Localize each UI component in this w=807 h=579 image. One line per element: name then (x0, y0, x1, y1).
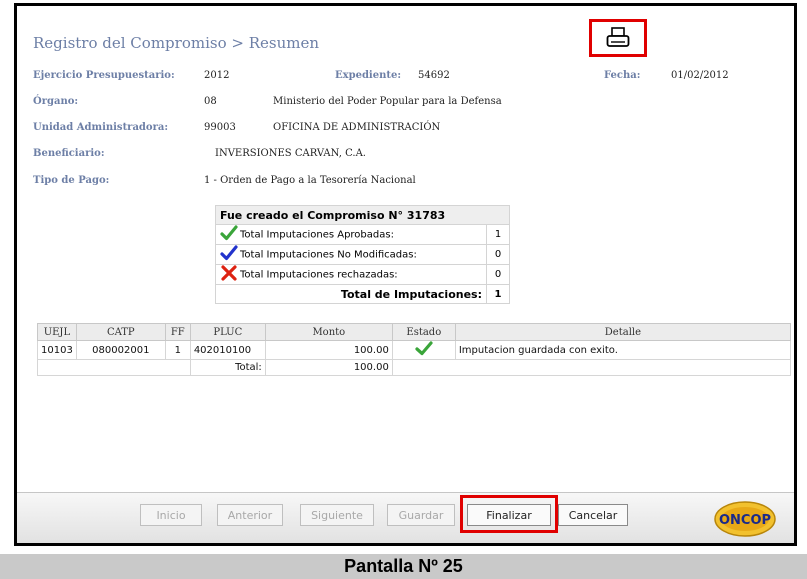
column-header-monto: Monto (264, 323, 393, 341)
summary-header: Fue creado el Compromiso N° 31783 (215, 205, 510, 225)
imputaciones-table: UEJL CATP FF PLUC Monto Estado Detalle 1… (37, 323, 792, 376)
screen-caption: Pantalla Nº 25 (0, 554, 807, 579)
summary-row-label: Total Imputaciones No Modificadas: (240, 249, 417, 261)
cell-uejl: 10103 (37, 340, 77, 360)
oncop-logo: ONCOP (702, 499, 788, 539)
column-header-estado: Estado (391, 323, 456, 341)
logo-text: ONCOP (719, 513, 771, 528)
summary-row-value: 1 (486, 224, 510, 245)
cell-catp: 080002001 (75, 340, 166, 360)
summary-row: Total Imputaciones rechazadas: 0 (215, 264, 510, 285)
column-header-catp: CATP (75, 323, 166, 341)
organo-code: 08 (204, 96, 217, 107)
summary-box: Fue creado el Compromiso N° 31783 Total … (215, 205, 510, 304)
blue-check-icon (220, 245, 238, 264)
organo-name: Ministerio del Poder Popular para la Def… (273, 96, 502, 107)
column-header-pluc: PLUC (189, 323, 266, 341)
unidad-code: 99003 (204, 122, 236, 133)
summary-row: Total Imputaciones No Modificadas: 0 (215, 244, 510, 265)
summary-total-value: 1 (486, 284, 510, 304)
guardar-button[interactable]: Guardar (387, 504, 455, 526)
expediente-value: 54692 (418, 70, 450, 81)
summary-row-label: Total Imputaciones rechazadas: (240, 269, 398, 281)
cell-detalle: Imputacion guardada con exito. (454, 340, 792, 360)
page-title: Registro del Compromiso > Resumen (33, 34, 319, 52)
summary-row-value: 0 (486, 244, 510, 265)
siguiente-button[interactable]: Siguiente (300, 504, 374, 526)
green-check-icon (220, 225, 238, 244)
inicio-button[interactable]: Inicio (140, 504, 202, 526)
ejercicio-value: 2012 (204, 70, 230, 81)
expediente-label: Expediente: (335, 70, 402, 81)
fecha-label: Fecha: (604, 70, 641, 81)
column-header-uejl: UEJL (37, 323, 77, 341)
wizard-toolbar: Inicio Anterior Siguiente Guardar Finali… (17, 492, 794, 543)
column-header-ff: FF (164, 323, 191, 341)
printer-icon[interactable] (606, 27, 630, 49)
cell-estado (391, 340, 456, 360)
table-total-value: 100.00 (264, 359, 393, 376)
summary-row-value: 0 (486, 264, 510, 285)
app-window: Registro del Compromiso > Resumen Ejerci… (14, 3, 797, 546)
tipo-pago-label: Tipo de Pago: (33, 175, 110, 186)
summary-row: Total Imputaciones Aprobadas: 1 (215, 224, 510, 245)
cell-monto: 100.00 (264, 340, 393, 360)
ejercicio-label: Ejercicio Presupuestario: (33, 70, 175, 81)
fecha-value: 01/02/2012 (671, 70, 729, 81)
print-highlight (589, 19, 647, 57)
beneficiario-label: Beneficiario: (33, 148, 105, 159)
summary-row-label: Total Imputaciones Aprobadas: (240, 229, 394, 241)
green-check-icon (414, 341, 434, 359)
beneficiario-value: INVERSIONES CARVAN, C.A. (215, 148, 366, 159)
cell-pluc: 402010100 (189, 340, 266, 360)
table-row[interactable]: 10103 080002001 1 402010100 100.00 Imput… (37, 340, 792, 360)
unidad-name: OFICINA DE ADMINISTRACIÓN (273, 122, 441, 133)
summary-total-label: Total de Imputaciones: (215, 284, 487, 304)
cell-ff: 1 (164, 340, 191, 360)
organo-label: Órgano: (33, 96, 79, 107)
column-header-detalle: Detalle (454, 323, 792, 341)
anterior-button[interactable]: Anterior (217, 504, 283, 526)
table-total-row: Total: 100.00 (37, 359, 792, 376)
unidad-label: Unidad Administradora: (33, 122, 169, 133)
tipo-pago-value: 1 - Orden de Pago a la Tesorería Naciona… (204, 175, 416, 186)
finalizar-button[interactable]: Finalizar (467, 504, 551, 526)
cancelar-button[interactable]: Cancelar (558, 504, 628, 526)
table-total-label: Total: (189, 359, 266, 376)
red-x-icon (220, 265, 238, 284)
